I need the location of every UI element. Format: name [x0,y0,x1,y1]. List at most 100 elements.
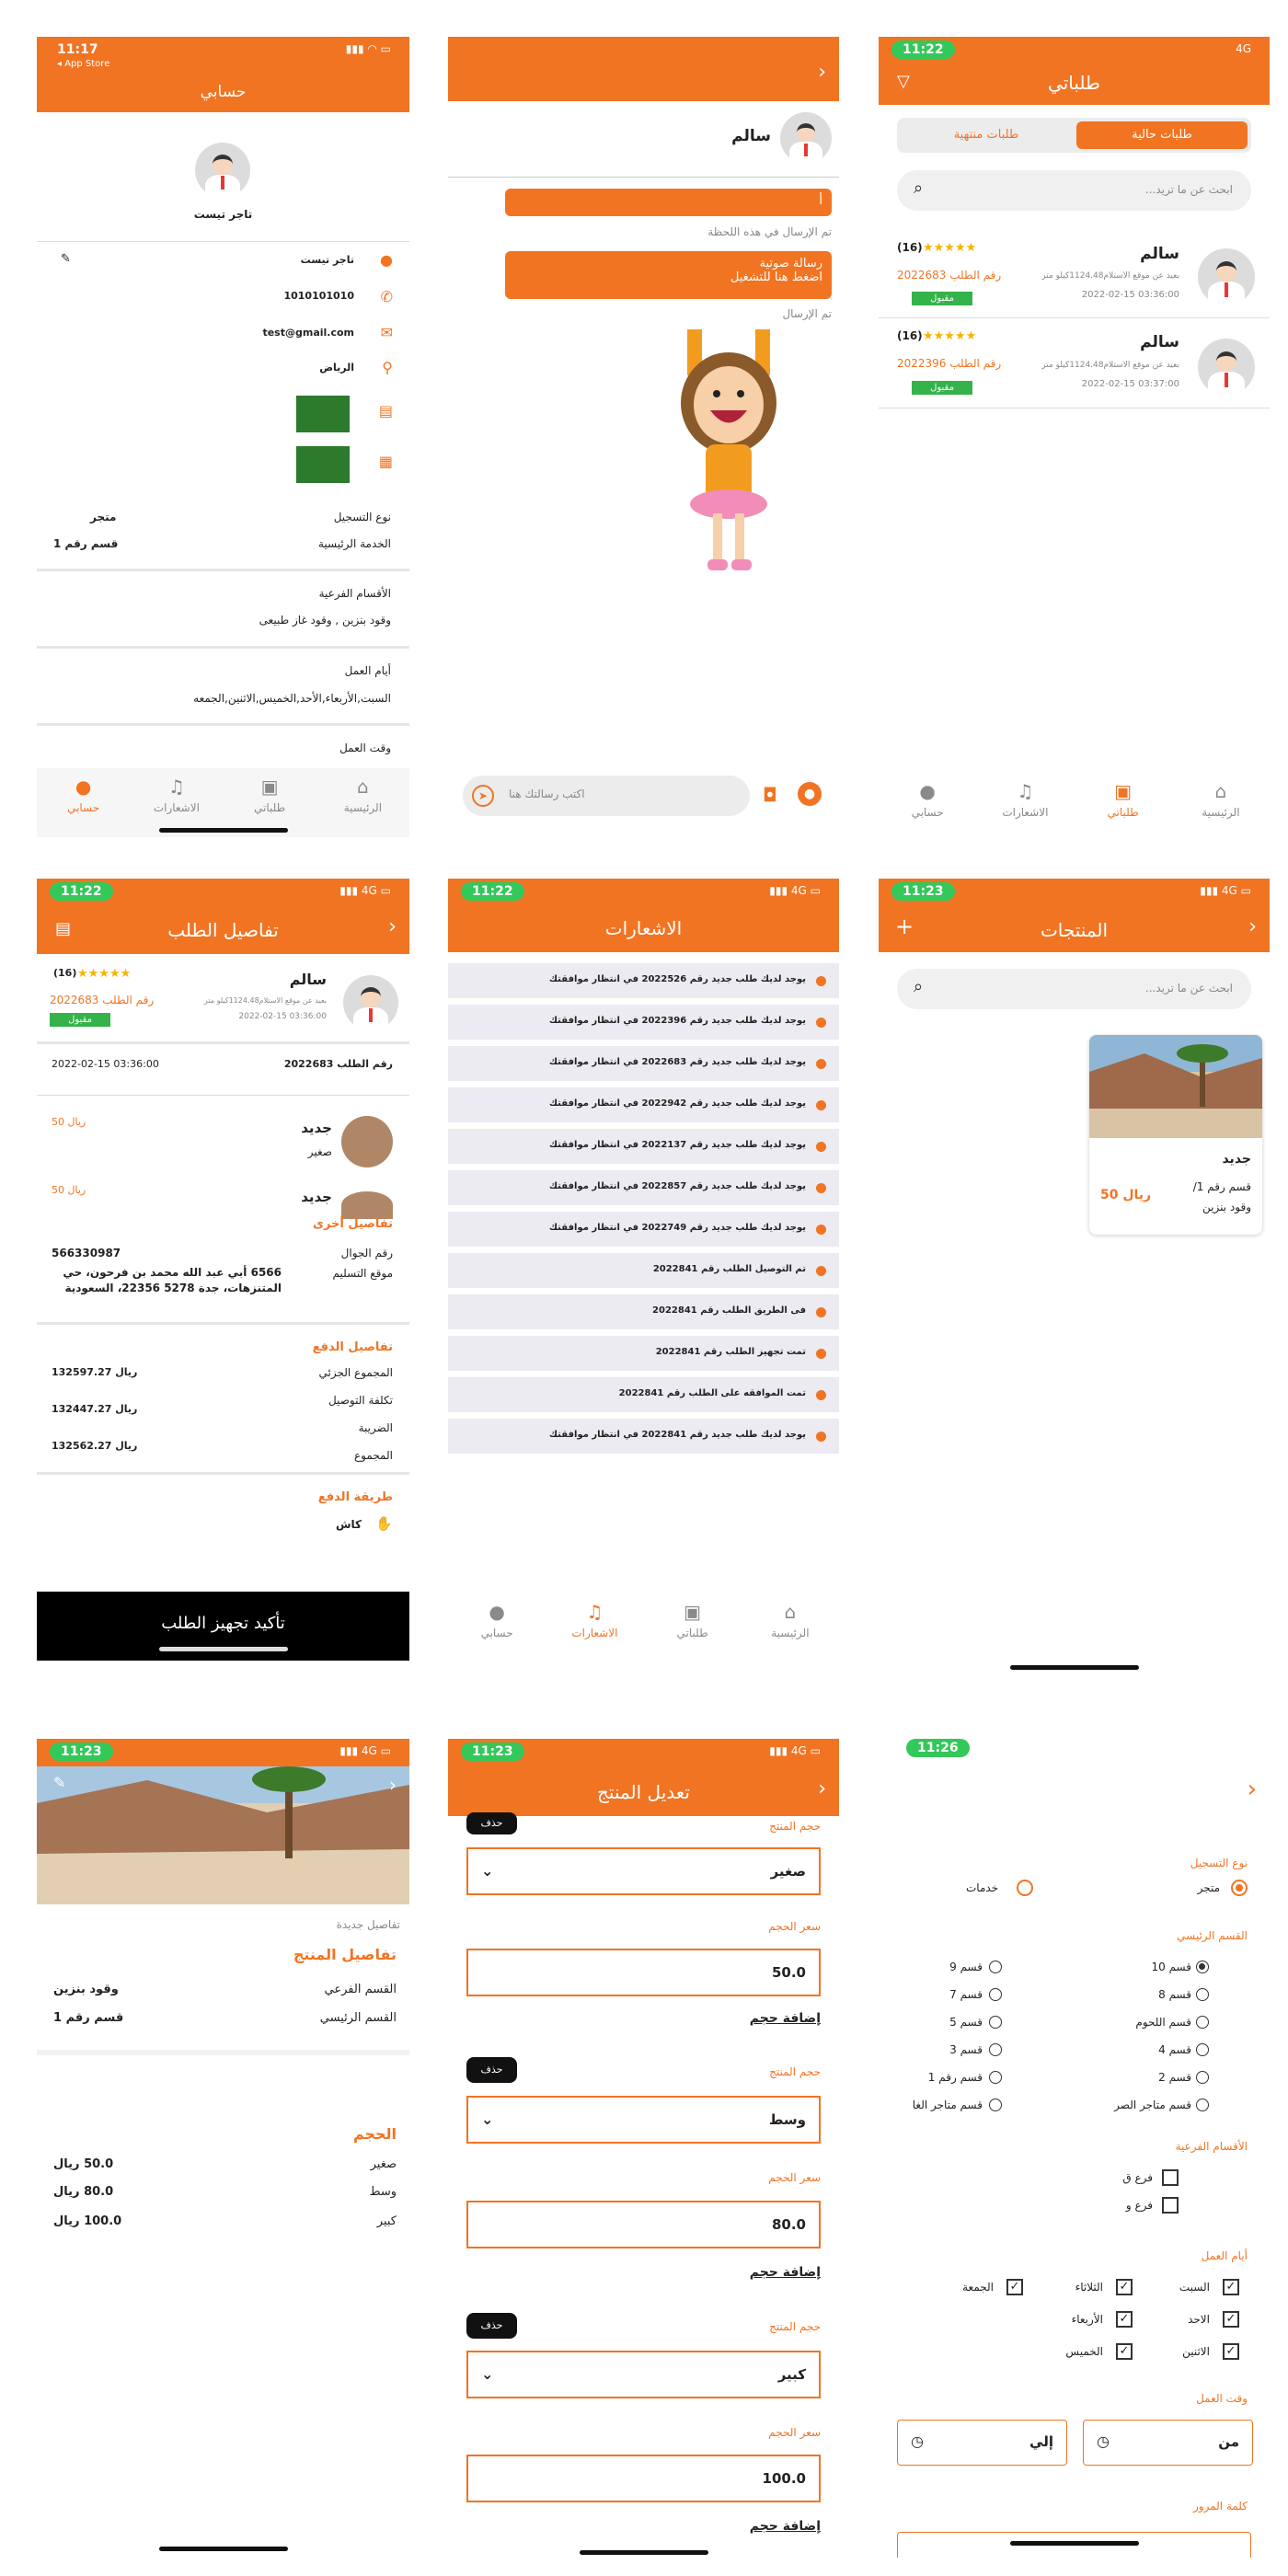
send-icon[interactable]: ➤ [472,785,494,807]
notification-item[interactable]: يوجد لديك طلب جديد رقم 2022749 في انتظار… [448,1212,839,1247]
nav-home[interactable]: ⌂ الرئيسية [1172,780,1270,819]
product-thumbnail [341,1116,393,1167]
chevron-down-icon: ⌄ [481,2110,494,2128]
app-store-back[interactable]: ◂ App Store [57,59,109,69]
status-time: 11:17 [57,42,98,57]
nav-orders[interactable]: ▣ طلباتي [644,1601,742,1639]
radio-category[interactable] [989,2099,1002,2111]
notification-item[interactable]: يوجد لديك طلب جديد رقم 2022396 في انتظار… [448,1005,839,1040]
price-input[interactable]: 100.0 [466,2455,821,2502]
checkbox-day[interactable]: ✓ [1223,2279,1239,2295]
order-number: رقم الطلب 2022683 [50,994,155,1006]
from-time-input[interactable]: ◷ من [1083,2420,1253,2466]
radio-category[interactable] [1196,1988,1209,2001]
notification-item[interactable]: يوجد لديك طلب جديد رقم 2022942 في انتظار… [448,1087,839,1122]
screen-products: 11:23 ▮▮▮ 4G ▭ المنتجات › + ⌕ ابحث عن ما… [879,879,1270,1679]
notification-item[interactable]: يوجد لديك طلب جديد رقم 2022137 في انتظار… [448,1129,839,1164]
delete-button[interactable]: حذف [466,1812,517,1834]
notification-item[interactable]: يوجد لديك طلب جديد رقم 2022683 في انتظار… [448,1046,839,1081]
radio-category[interactable] [1196,2016,1209,2029]
back-arrow-icon[interactable]: › [818,61,826,84]
radio-category[interactable] [989,1988,1002,2001]
tab-current-orders[interactable]: طلبات حالية [1076,121,1248,149]
notification-item[interactable]: يوجد لديك طلب جديد رقم 2022857 في انتظار… [448,1170,839,1205]
price-input[interactable]: 50.0 [466,1949,821,1996]
sub-sections-value: وقود بنزين , وقود غاز طبيعى [259,614,391,627]
radio-category[interactable] [1196,2043,1209,2056]
chat-icon[interactable]: ▤ [55,919,71,938]
category-label: قسم متاجر الغا [912,2099,983,2111]
radio-services[interactable] [1017,1880,1033,1896]
category-label: قسم اللحوم [1135,2016,1191,2029]
to-time-input[interactable]: ◷ إلي [897,2420,1067,2466]
row-email: test@gmail.com [262,327,354,339]
radio-category[interactable] [1196,1961,1209,1973]
search-input[interactable]: ⌕ ابحث عن ما تريد... [897,170,1251,211]
notification-item[interactable]: تمت الموافقه على الطلب رقم 2022841 [448,1377,839,1412]
nav-account[interactable]: ● حسابي [879,780,976,819]
back-arrow-icon[interactable]: › [388,915,397,938]
delete-button[interactable]: حذف [466,2313,517,2339]
checkbox-day[interactable]: ✓ [1223,2311,1239,2328]
add-size-link[interactable]: إضافة حجم [750,2011,821,2026]
notification-item[interactable]: فى الطريق الطلب رقم 2022841 [448,1294,839,1329]
edit-icon[interactable]: ✎ [53,1774,65,1791]
radio-category[interactable] [989,2071,1002,2084]
work-time-label: وقت العمل [339,742,391,754]
size-select[interactable]: ⌄ صغير [466,1847,821,1895]
bell-icon: ♫ [1017,780,1034,802]
size-select[interactable]: ⌄ كبير [466,2351,821,2398]
message-input[interactable]: ➤ اكتب رسالتك هنا [463,776,750,816]
back-arrow-icon[interactable]: › [1248,1776,1257,1803]
radio-category[interactable] [989,1961,1002,1973]
notification-item[interactable]: يوجد لديك طلب جديد رقم 2022526 في انتظار… [448,963,839,998]
price-input[interactable]: 80.0 [466,2201,821,2248]
header: 11:22 ▮▮▮ 4G ▭ الاشعارات [448,879,839,952]
nav-notifications[interactable]: ♫ الاشعارات [546,1601,643,1639]
add-icon[interactable]: + [895,914,914,939]
other-details-title: تفاصيل أخرى [313,1217,393,1231]
edit-icon[interactable]: ✎ [61,252,71,266]
camera-icon[interactable]: ◘ [763,784,777,806]
tab-finished-orders[interactable]: طلبات منتهية [901,121,1072,149]
checkbox-sub[interactable] [1162,2169,1179,2186]
checkbox-sub[interactable] [1162,2197,1179,2214]
back-arrow-icon[interactable]: › [389,1774,397,1796]
search-input[interactable]: ⌕ ابحث عن ما تريد... [897,969,1251,1009]
back-arrow-icon[interactable]: › [818,1777,826,1800]
reg-type-value: متجر [90,511,117,523]
filter-icon[interactable]: ▽ [897,72,910,91]
radio-category[interactable] [1196,2099,1209,2111]
radio-store[interactable] [1231,1880,1248,1896]
order-date: 2022-02-15 03:36:00 [1081,290,1179,300]
notification-item[interactable]: تمت تجهيز الطلب رقم 2022841 [448,1336,839,1371]
nav-home[interactable]: ⌂ الرئيسية [316,776,409,837]
radio-category[interactable] [1196,2071,1209,2084]
nav-orders[interactable]: ▣ طلباتي [1075,780,1172,819]
license-image[interactable] [296,446,350,483]
notification-item[interactable]: تم التوصيل الطلب رقم 2022841 [448,1253,839,1288]
nav-home[interactable]: ⌂ الرئيسية [742,1601,839,1639]
size-select[interactable]: ⌄ وسط [466,2096,821,2144]
add-size-link[interactable]: إضافة حجم [750,2519,821,2534]
product-card[interactable]: جديد قسم رقم 1/ وقود بنزين 50 ريال [1089,1035,1262,1235]
checkbox-day[interactable]: ✓ [1006,2279,1023,2295]
delete-button[interactable]: حذف [466,2057,517,2083]
page-title: الاشعارات [604,917,683,939]
back-arrow-icon[interactable]: › [1248,915,1257,938]
add-size-link[interactable]: إضافة حجم [750,2265,821,2280]
microphone-icon[interactable]: ● [798,782,822,806]
product-image [1089,1035,1262,1138]
voice-message-bubble[interactable]: رسالة صوتية اضغط هنا للتشغيل [505,251,832,299]
nav-account[interactable]: ● حسابي [448,1601,546,1639]
document-image[interactable] [296,396,350,432]
radio-category[interactable] [989,2043,1002,2056]
nav-account[interactable]: ● حسابي [37,776,130,837]
nav-notifications[interactable]: ♫ الاشعارات [976,780,1074,819]
checkbox-day[interactable]: ✓ [1116,2343,1133,2360]
checkbox-day[interactable]: ✓ [1223,2343,1239,2360]
radio-category[interactable] [989,2016,1002,2029]
notification-item[interactable]: يوجد لديك طلب جديد رقم 2022841 في انتظار… [448,1419,839,1454]
checkbox-day[interactable]: ✓ [1116,2311,1133,2328]
checkbox-day[interactable]: ✓ [1116,2279,1133,2295]
